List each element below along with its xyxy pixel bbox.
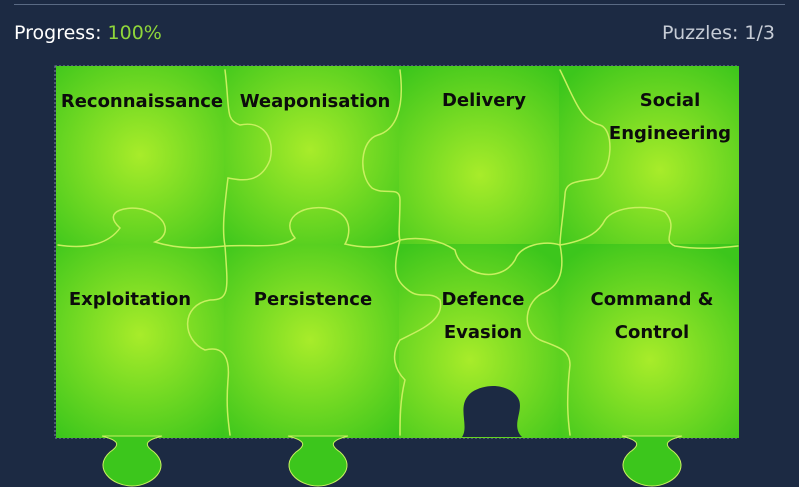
puzzle-piece-persistence[interactable] xyxy=(224,244,401,438)
puzzle-tab-bottom-4 xyxy=(621,435,683,487)
piece-label-exploitation: Exploitation xyxy=(69,289,191,310)
puzzle-tab-bottom-1 xyxy=(101,435,163,487)
piece-label-delivery: Delivery xyxy=(442,90,526,111)
jigsaw-board: Reconnaissance Weaponisation Delivery Socia… xyxy=(54,65,739,487)
piece-label-defence-evasion-line2: Evasion xyxy=(444,322,522,343)
piece-label-weaponisation: Weaponisation xyxy=(240,91,391,112)
piece-label-command-control-line2: Control xyxy=(615,322,689,343)
puzzle-piece-exploitation[interactable] xyxy=(56,244,226,438)
piece-label-defence-evasion-line1: Defence xyxy=(442,289,525,310)
puzzle-notch-defence-evasion xyxy=(462,386,522,437)
piece-label-persistence: Persistence xyxy=(254,289,372,310)
puzzle-tab-bottom-2 xyxy=(287,435,349,487)
piece-label-reconnaissance: Reconnaissance xyxy=(61,91,223,112)
piece-label-social-engineering-line1: Social xyxy=(640,90,701,111)
piece-label-command-control-line1: Command & xyxy=(591,289,714,310)
piece-label-social-engineering-line2: Engineering xyxy=(609,123,731,144)
